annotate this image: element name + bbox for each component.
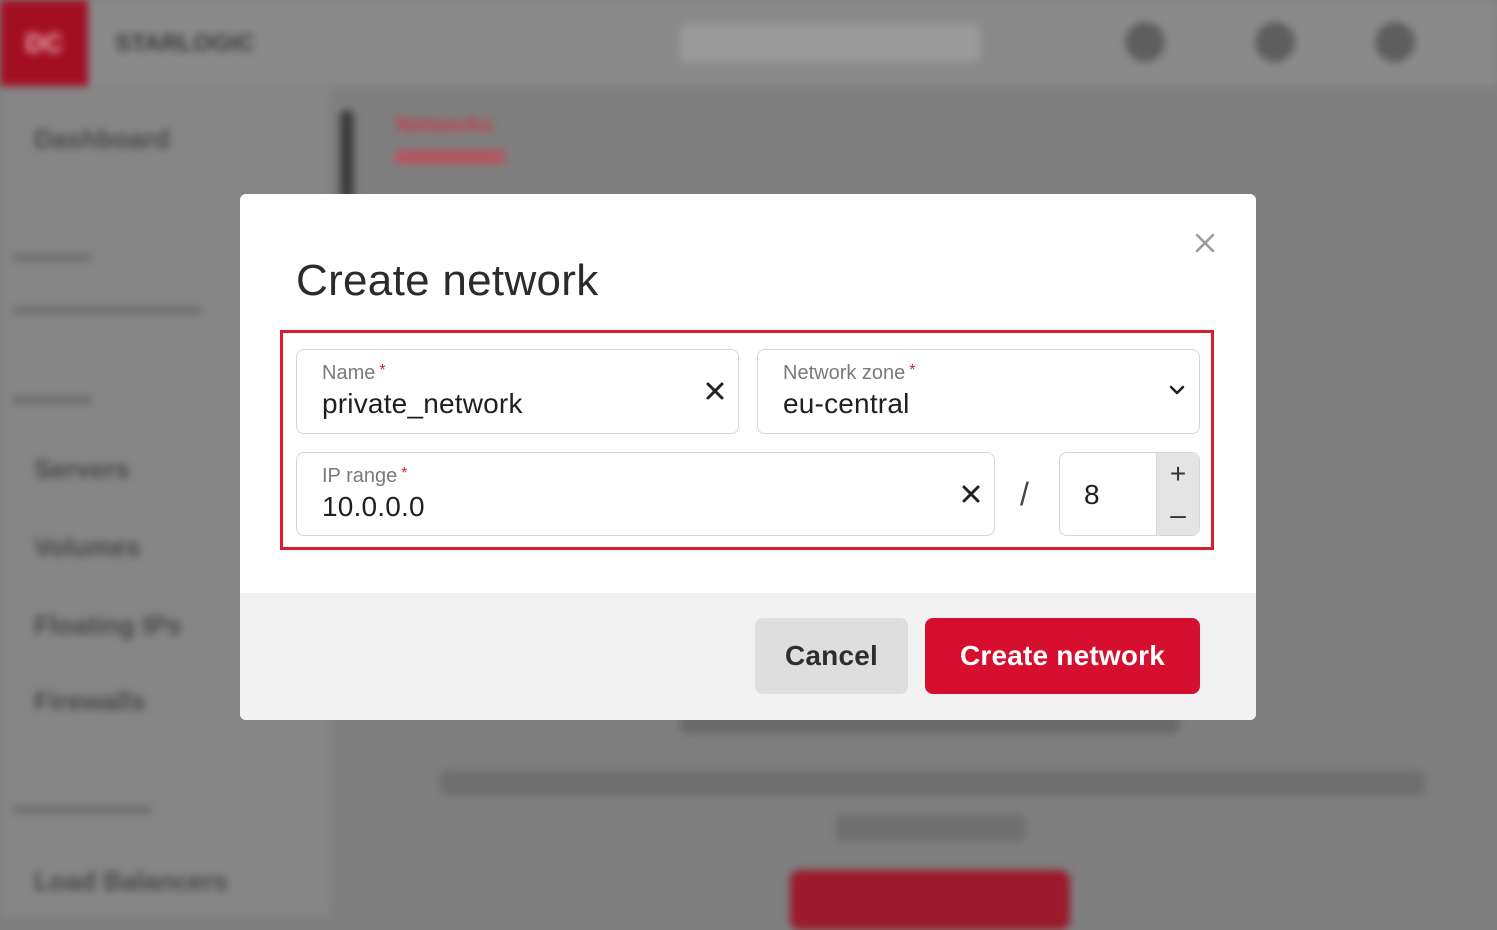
- logo: DC: [0, 0, 88, 86]
- empty-state-text: [835, 815, 1025, 841]
- ip-range-input[interactable]: 10.0.0.0: [322, 491, 425, 523]
- sidebar-section-label: [12, 806, 152, 814]
- project-name: STARLOGIC: [115, 30, 255, 57]
- chevron-down-icon[interactable]: [1167, 380, 1191, 404]
- increment-button[interactable]: +: [1157, 453, 1199, 494]
- scrollbar: [340, 110, 354, 200]
- empty-state-text: [440, 770, 1425, 796]
- prefix-length-input[interactable]: 8: [1084, 479, 1100, 511]
- name-field[interactable]: Name * private_network: [296, 349, 739, 434]
- sidebar-item-firewalls: Firewalls: [34, 686, 146, 716]
- decrement-button[interactable]: –: [1157, 494, 1199, 535]
- required-mark: *: [379, 362, 386, 379]
- clear-ip-range-icon[interactable]: [956, 480, 986, 510]
- ip-range-field[interactable]: IP range * 10.0.0.0: [296, 452, 995, 536]
- clear-name-icon[interactable]: [700, 377, 730, 407]
- network-zone-select[interactable]: Network zone * eu-central: [757, 349, 1200, 434]
- breadcrumb-sub: [395, 150, 505, 164]
- create-network-button[interactable]: Create network: [925, 618, 1200, 694]
- sidebar-section-label: [12, 396, 92, 404]
- sidebar-section-label: [12, 254, 92, 262]
- dialog-title: Create network: [296, 256, 599, 305]
- top-bar: DC STARLOGIC: [0, 0, 1497, 86]
- help-icon: [1125, 22, 1165, 62]
- user-icon: [1375, 22, 1415, 62]
- required-mark: *: [909, 362, 916, 379]
- sidebar-item-load-balancers: Load Balancers: [34, 866, 228, 896]
- network-zone-value: eu-central: [783, 388, 910, 419]
- sidebar-item-dashboard: Dashboard: [34, 124, 170, 154]
- sidebar-section-line: [12, 306, 202, 314]
- stepper-buttons: + –: [1156, 453, 1199, 535]
- close-icon[interactable]: [1190, 228, 1220, 258]
- breadcrumb: Networks: [395, 112, 495, 137]
- cancel-button[interactable]: Cancel: [755, 618, 908, 694]
- sidebar-item-volumes: Volumes: [34, 532, 141, 562]
- dialog-footer: Cancel Create network: [240, 593, 1256, 720]
- prefix-separator: /: [1020, 476, 1029, 512]
- required-mark: *: [401, 465, 408, 482]
- language-icon: [1255, 22, 1295, 62]
- search-input: [680, 24, 980, 62]
- prefix-length-stepper[interactable]: 8 + –: [1059, 452, 1200, 536]
- create-network-dialog: Create network Name * private_network Net…: [240, 194, 1256, 720]
- sidebar-item-servers: Servers: [34, 454, 130, 484]
- create-network-bg-button: [790, 870, 1070, 930]
- network-zone-label: Network zone *: [783, 362, 916, 384]
- sidebar-item-floating-ips: Floating IPs: [34, 610, 182, 640]
- name-input[interactable]: private_network: [322, 388, 523, 420]
- ip-range-label: IP range *: [322, 465, 408, 487]
- name-label: Name *: [322, 362, 386, 384]
